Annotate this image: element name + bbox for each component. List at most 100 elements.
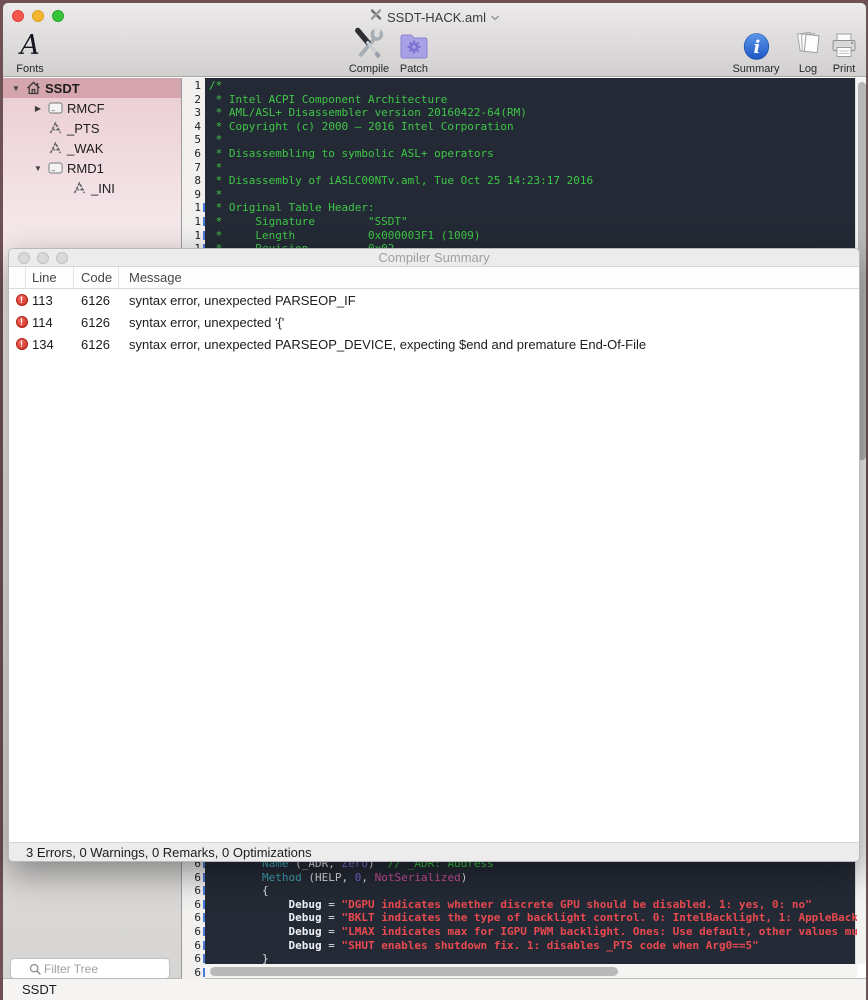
line-number: 9 [182,187,205,202]
disclosure-down-icon[interactable]: ▼ [9,84,23,93]
maciasl-app: SSDT-HACK.aml A Fonts Compile Patch i Su… [0,0,868,1000]
error-table-body: ! 113 6126 syntax error, unexpected PARSEOP… [9,289,859,355]
line-number-clip-mark [203,940,205,950]
window-title: SSDT-HACK.aml [387,9,486,25]
code-line: 2 * Intel ACPI Component Architecture [182,92,857,107]
error-row[interactable]: ! 113 6126 syntax error, unexpected PARSEOP… [9,289,859,311]
code-line: 6 Method (HELP, 0, NotSerialized) [182,870,857,885]
tree-item-label: RMCF [67,100,105,116]
close-button[interactable] [12,10,24,22]
home-icon [23,81,43,95]
line-number-clip-mark [203,926,205,936]
fonts-button[interactable]: A Fonts [16,27,44,76]
error-line-number: 113 [32,292,53,308]
minimize-button[interactable] [32,10,44,22]
code-line: 9 * [182,187,857,202]
code-line: 5 * [182,133,857,147]
panel-titlebar[interactable]: Compiler Summary [9,249,859,267]
error-code: 6126 [81,314,110,330]
code-line: 1 * Length 0x000003F1 (1009) [182,228,857,243]
log-button[interactable]: Log [793,27,823,75]
line-number-clip-mark [203,899,205,909]
icon-column-header[interactable] [9,267,26,288]
horizontal-scrollbar-thumb[interactable] [210,966,618,976]
sidebar-item-ssdt[interactable]: ▼ SSDT [3,78,181,98]
panel-zoom-button[interactable] [56,252,68,264]
document-proxy-icon[interactable] [369,8,382,26]
filter-tree-input[interactable]: Filter Tree [10,958,170,979]
tree-item-label: RMD1 [67,160,104,176]
panel-window-controls [18,252,68,264]
code-line: 6 Debug = "SHUT enables shutdown fix. 1:… [182,938,857,953]
sidebar-item-rmcf[interactable]: ▶ RMCF [3,98,181,118]
log-pages-icon [793,29,823,61]
zoom-button[interactable] [52,10,64,22]
error-row[interactable]: ! 114 6126 syntax error, unexpected '{' [9,311,859,333]
print-icon [829,31,859,61]
line-number: 6 [182,938,205,953]
compiler-summary-panel: Compiler Summary Line Code Message ! 113 6… [8,248,860,862]
error-cell: ! [9,294,28,306]
tree-item-label: _PTS [67,120,100,136]
svg-text:i: i [753,37,760,58]
acpi-tree: ▼ SSDT ▶ RMCF _PTS _WAK ▼ RMD1 _INI [3,78,181,198]
status-bar: SSDT [3,978,866,1000]
line-number-clip-mark [203,913,205,923]
horizontal-scrollbar [205,964,857,978]
code-line: 6 * Disassembling to symbolic ASL+ opera… [182,146,857,161]
print-button[interactable]: Print [829,27,859,75]
line-number: 1 [182,214,205,229]
line-number: 1 [182,79,205,93]
disclosure-right-icon[interactable]: ▶ [31,104,45,113]
code-line: 1 * Signature "SSDT" [182,214,857,229]
line-number-clip-mark [203,954,205,964]
message-column-header[interactable]: Message [119,267,859,288]
device-icon [45,102,65,114]
sidebar-item-rmd1[interactable]: ▼ RMD1 [3,158,181,178]
line-number-clip-mark [203,886,205,896]
line-number: 6 [182,952,205,966]
line-number: 6 [182,897,205,912]
panel-title: Compiler Summary [378,250,490,265]
code-line: 4 * Copyright (c) 2000 – 2016 Intel Corp… [182,119,857,134]
line-number-clip-mark [203,230,205,240]
code-line: 6 Debug = "BKLT indicates the type of ba… [182,911,857,925]
summary-button[interactable]: i Summary [732,27,780,75]
sidebar-item-wak[interactable]: _WAK [3,138,181,158]
tree-item-label: _WAK [67,140,104,156]
compile-tools-icon [351,27,387,61]
compile-button[interactable]: Compile [349,27,389,75]
summary-info-icon: i [742,32,770,61]
line-number: 2 [182,92,205,107]
line-number: 4 [182,119,205,134]
error-cell: ! [9,316,28,328]
panel-minimize-button[interactable] [37,252,49,264]
patch-button[interactable]: Patch [397,27,431,75]
code-line: 6 { [182,884,857,898]
line-column-header[interactable]: Line [26,267,74,288]
code-block-top: 1/* 2 * Intel ACPI Component Architecture… [182,79,857,251]
log-label: Log [798,63,818,75]
panel-close-button[interactable] [18,252,30,264]
line-number-clip-mark [203,872,205,882]
print-label: Print [832,63,856,75]
line-number: 6 [182,911,205,925]
error-message: syntax error, unexpected '{' [129,314,285,330]
line-number-clip-mark [203,203,205,213]
line-number: 6 [182,924,205,939]
code-line: 1 * Original Table Header: [182,201,857,215]
error-code: 6126 [81,336,110,352]
error-message: syntax error, unexpected PARSEOP_IF [129,292,356,308]
title-chevron-icon[interactable] [491,8,500,26]
code-column-header[interactable]: Code [74,267,119,288]
error-code: 6126 [81,292,110,308]
code-line: 6 Debug = "DGPU indicates whether discre… [182,897,857,912]
error-row[interactable]: ! 134 6126 syntax error, unexpected PARSEOP… [9,333,859,355]
sidebar-item-pts[interactable]: _PTS [3,118,181,138]
code-line: 3 * AML/ASL+ Disassembler version 201604… [182,106,857,120]
line-number: 1 [182,201,205,215]
line-number: 3 [182,106,205,120]
line-number: 6 [182,146,205,161]
disclosure-down-icon[interactable]: ▼ [31,164,45,173]
sidebar-item-ini[interactable]: _INI [3,178,181,198]
